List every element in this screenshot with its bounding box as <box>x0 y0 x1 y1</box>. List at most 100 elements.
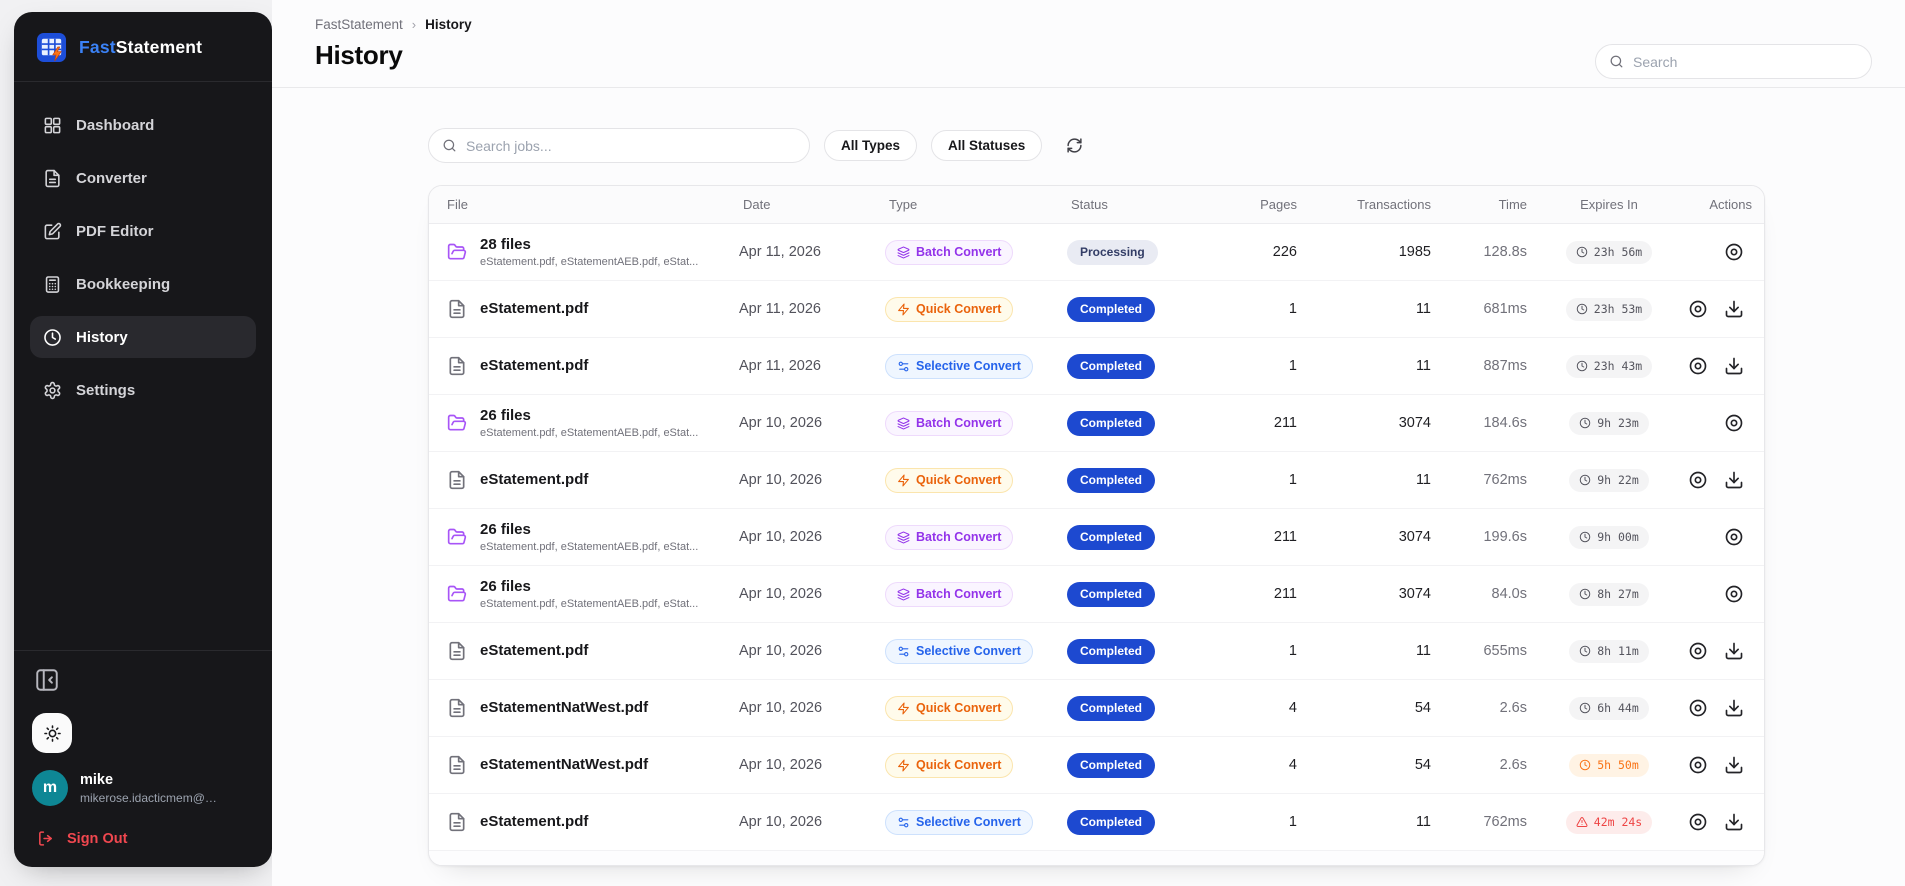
sidebar-item-label: Settings <box>76 382 135 399</box>
download-button[interactable] <box>1724 299 1744 319</box>
status-cell: Completed <box>1067 354 1223 379</box>
type-filter-button[interactable]: All Types <box>824 130 917 161</box>
global-search-input[interactable] <box>1633 54 1858 70</box>
expires-label: 9h 22m <box>1597 473 1639 487</box>
view-button[interactable] <box>1688 698 1708 718</box>
time-cell: 128.8s <box>1443 244 1539 260</box>
type-cell: Selective Convert <box>885 639 1067 664</box>
expires-label: 9h 00m <box>1597 530 1639 544</box>
file-icon <box>447 812 467 832</box>
type-cell: Quick Convert <box>885 297 1067 322</box>
date-cell: Apr 10, 2026 <box>739 415 885 431</box>
clock-icon <box>1579 417 1591 429</box>
view-button[interactable] <box>1688 755 1708 775</box>
file-name: eStatementNatWest.pdf <box>480 756 648 773</box>
table-row: eStatement.pdf Apr 10, 2026 Quick Conver… <box>429 452 1764 509</box>
status-badge: Completed <box>1067 354 1155 379</box>
view-button[interactable] <box>1688 470 1708 490</box>
view-button[interactable] <box>1688 812 1708 832</box>
file-cell: eStatementNatWest.pdf <box>429 755 739 775</box>
time-cell: 2.6s <box>1443 700 1539 716</box>
sign-out-button[interactable]: Sign Out <box>32 830 254 847</box>
bookkeeping-icon <box>43 275 62 294</box>
sidebar-item-bookkeeping[interactable]: Bookkeeping <box>30 263 256 305</box>
type-label: Quick Convert <box>916 473 1001 487</box>
clock-icon <box>1579 531 1591 543</box>
file-icon <box>447 641 467 661</box>
view-button[interactable] <box>1724 527 1744 547</box>
file-name: eStatement.pdf <box>480 357 588 374</box>
file-icon <box>447 698 467 718</box>
download-button[interactable] <box>1724 755 1744 775</box>
type-label: Batch Convert <box>916 416 1001 430</box>
collapse-sidebar-button[interactable] <box>34 667 60 693</box>
eye-icon <box>1688 698 1708 718</box>
table-row: eStatement.pdf Apr 11, 2026 Selective Co… <box>429 338 1764 395</box>
view-button[interactable] <box>1724 242 1744 262</box>
view-button[interactable] <box>1688 356 1708 376</box>
expires-label: 5h 50m <box>1597 758 1639 772</box>
sidebar-item-converter[interactable]: Converter <box>30 157 256 199</box>
file-cell: eStatement.pdf <box>429 812 739 832</box>
content: All Types All Statuses FileDateTypeStatu… <box>272 88 1905 866</box>
jobs-search-input[interactable] <box>466 138 796 154</box>
expires-badge: 23h 56m <box>1566 241 1652 264</box>
time-cell: 887ms <box>1443 358 1539 374</box>
download-button[interactable] <box>1724 812 1744 832</box>
sliders-icon <box>897 816 910 829</box>
view-button[interactable] <box>1688 299 1708 319</box>
expires-badge: 8h 11m <box>1569 640 1649 663</box>
download-button[interactable] <box>1724 698 1744 718</box>
date-cell: Apr 10, 2026 <box>739 757 885 773</box>
sidebar-item-pdf-editor[interactable]: PDF Editor <box>30 210 256 252</box>
expires-label: 42m 24s <box>1594 815 1642 829</box>
time-cell: 84.0s <box>1443 586 1539 602</box>
status-badge: Completed <box>1067 468 1155 493</box>
sidebar-item-history[interactable]: History <box>30 316 256 358</box>
type-label: Quick Convert <box>916 758 1001 772</box>
status-badge: Completed <box>1067 639 1155 664</box>
actions-cell <box>1679 527 1764 547</box>
type-label: Selective Convert <box>916 815 1021 829</box>
clock-icon <box>1576 303 1588 315</box>
download-button[interactable] <box>1724 641 1744 661</box>
sidebar-item-settings[interactable]: Settings <box>30 369 256 411</box>
sliders-icon <box>897 360 910 373</box>
sidebar-item-label: Dashboard <box>76 117 154 134</box>
type-badge: Batch Convert <box>885 411 1013 436</box>
download-button[interactable] <box>1724 356 1744 376</box>
jobs-search <box>428 128 810 163</box>
type-badge: Quick Convert <box>885 753 1013 778</box>
refresh-icon <box>1066 137 1083 154</box>
view-button[interactable] <box>1724 413 1744 433</box>
pages-cell: 1 <box>1223 643 1309 659</box>
refresh-button[interactable] <box>1058 130 1090 162</box>
transactions-cell: 11 <box>1309 358 1443 374</box>
time-cell: 655ms <box>1443 643 1539 659</box>
file-cell: eStatement.pdf <box>429 641 739 661</box>
status-cell: Completed <box>1067 753 1223 778</box>
column-header-file: File <box>429 197 739 212</box>
view-button[interactable] <box>1688 641 1708 661</box>
file-name: eStatement.pdf <box>480 300 588 317</box>
transactions-cell: 11 <box>1309 472 1443 488</box>
type-cell: Batch Convert <box>885 240 1067 265</box>
column-header-time: Time <box>1443 197 1539 212</box>
folder-icon <box>447 584 467 604</box>
sidebar-item-dashboard[interactable]: Dashboard <box>30 104 256 146</box>
status-cell: Completed <box>1067 468 1223 493</box>
status-filter-button[interactable]: All Statuses <box>931 130 1042 161</box>
date-cell: Apr 10, 2026 <box>739 586 885 602</box>
actions-cell <box>1679 356 1764 376</box>
view-button[interactable] <box>1724 584 1744 604</box>
expires-cell: 42m 24s <box>1539 811 1679 834</box>
user-profile[interactable]: m mike mikerose.idacticmem@… <box>32 770 254 806</box>
sliders-icon <box>897 645 910 658</box>
file-name: eStatementNatWest.pdf <box>480 699 648 716</box>
breadcrumb-root[interactable]: FastStatement <box>315 17 403 32</box>
theme-toggle-button[interactable] <box>32 713 72 753</box>
download-button[interactable] <box>1724 470 1744 490</box>
status-badge: Completed <box>1067 582 1155 607</box>
expires-label: 23h 56m <box>1594 245 1642 259</box>
expires-label: 23h 53m <box>1594 302 1642 316</box>
